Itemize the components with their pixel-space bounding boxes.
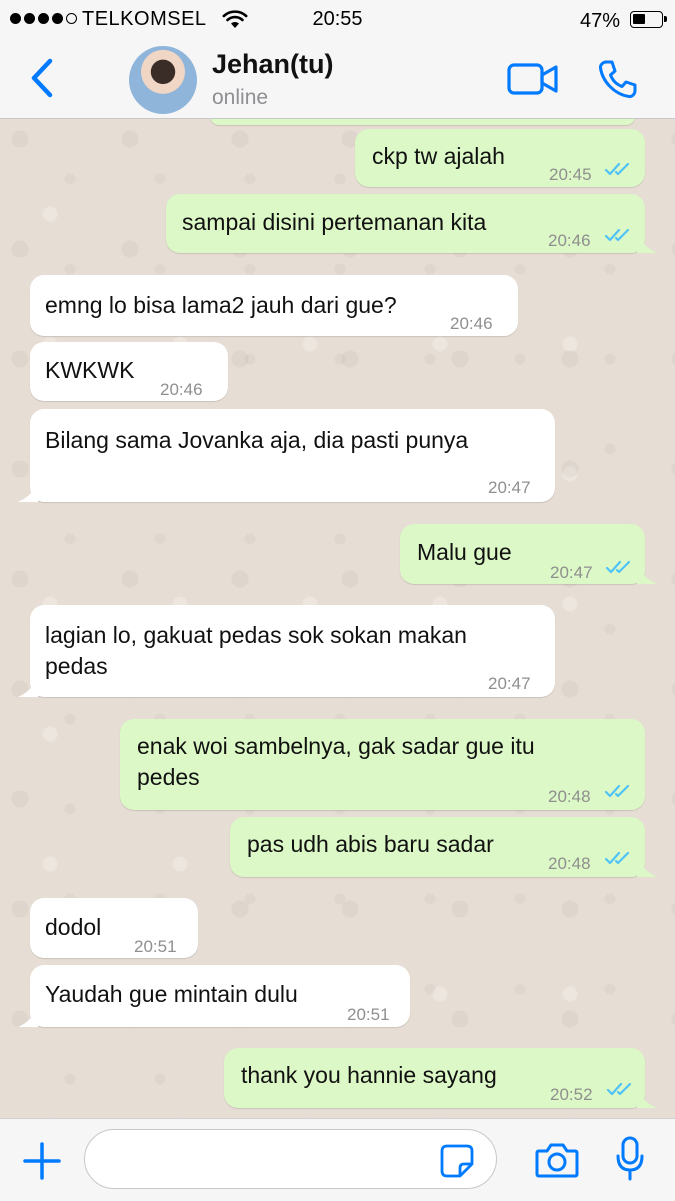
message-time: 20:48 (548, 854, 591, 873)
message-text: thank you hannie sayang (241, 1062, 497, 1088)
message-bubble-incoming[interactable]: dodol 20:51 (30, 898, 198, 958)
message-text-line-1: lagian lo, gakuat pedas sok sokan makan (45, 622, 467, 648)
message-bubble-incoming[interactable]: KWKWK 20:46 (30, 342, 228, 401)
battery-percent: 47% (579, 10, 620, 32)
message-text-line-2: pedes (137, 764, 200, 790)
message-text: KWKWK (45, 357, 135, 383)
message-bubble-outgoing[interactable]: ckp tw ajalah 20:45 (355, 129, 645, 187)
message-text: ckp tw ajalah (372, 143, 505, 169)
message-text: emng lo bisa lama2 jauh dari gue? (45, 292, 397, 318)
status-time: 20:55 (312, 8, 363, 30)
video-camera-icon[interactable] (507, 62, 559, 96)
message-bubble-incoming[interactable]: lagian lo, gakuat pedas sok sokan makan … (18, 605, 555, 697)
contact-name[interactable]: Jehan(tu) (212, 49, 334, 80)
message-time: 20:52 (550, 1085, 593, 1104)
status-bar: TELKOMSEL 20:55 47% (0, 0, 675, 40)
message-time: 20:47 (488, 674, 531, 693)
read-receipt-icon (604, 851, 630, 865)
chat-header: Jehan(tu) online (0, 40, 675, 119)
read-receipt-icon (604, 784, 630, 798)
message-text: pas udh abis baru sadar (247, 831, 494, 857)
camera-icon[interactable] (535, 1141, 579, 1179)
battery-level-fill (633, 14, 645, 24)
message-bubble-outgoing[interactable]: Malu gue 20:47 (400, 524, 657, 584)
message-bubble-incoming[interactable]: Bilang sama Jovanka aja, dia pasti punya… (18, 409, 555, 502)
message-time: 20:48 (548, 787, 591, 806)
message-bubble-incoming[interactable]: emng lo bisa lama2 jauh dari gue? 20:46 (30, 275, 518, 336)
avatar[interactable] (129, 46, 197, 114)
message-input-bar (0, 1118, 675, 1201)
message-bubble-outgoing[interactable]: thank you hannie sayang 20:52 (224, 1048, 657, 1108)
battery-icon (630, 11, 667, 28)
contact-status: online (212, 86, 269, 109)
message-text: Bilang sama Jovanka aja, dia pasti punya (45, 427, 469, 453)
phone-icon[interactable] (596, 58, 638, 100)
sticker-icon[interactable] (439, 1143, 475, 1179)
message-time: 20:45 (549, 165, 592, 184)
read-receipt-icon (604, 228, 630, 242)
message-text: Malu gue (417, 539, 512, 565)
message-input[interactable] (84, 1129, 497, 1189)
message-text-line-1: enak woi sambelnya, gak sadar gue itu (137, 733, 535, 759)
message-time: 20:46 (160, 380, 203, 399)
message-text: dodol (45, 914, 102, 940)
back-chevron-icon[interactable] (28, 58, 56, 98)
message-text: sampai disini pertemanan kita (182, 209, 487, 235)
message-text: Yaudah gue mintain dulu (45, 981, 298, 1007)
microphone-icon[interactable] (615, 1136, 645, 1182)
message-time: 20:46 (548, 231, 591, 250)
message-time: 20:46 (450, 314, 493, 333)
message-bubble-outgoing[interactable]: enak woi sambelnya, gak sadar gue itu pe… (120, 719, 645, 810)
read-receipt-icon (605, 560, 631, 574)
plus-icon[interactable] (22, 1141, 62, 1181)
message-bubble-outgoing[interactable]: sampai disini pertemanan kita 20:46 (166, 194, 657, 253)
read-receipt-icon (606, 1082, 632, 1096)
message-bubble-outgoing (210, 119, 635, 125)
message-bubble-outgoing[interactable]: pas udh abis baru sadar 20:48 (230, 817, 657, 877)
message-time: 20:47 (550, 563, 593, 582)
message-bubble-incoming[interactable]: Yaudah gue mintain dulu 20:51 (18, 965, 410, 1027)
message-time: 20:51 (347, 1005, 390, 1024)
chat-messages[interactable]: ckp tw ajalah 20:45 sampai disini pertem… (0, 119, 675, 1117)
message-time: 20:47 (488, 478, 531, 497)
message-time: 20:51 (134, 937, 177, 956)
message-text-line-2: pedas (45, 653, 108, 679)
read-receipt-icon (604, 162, 630, 176)
